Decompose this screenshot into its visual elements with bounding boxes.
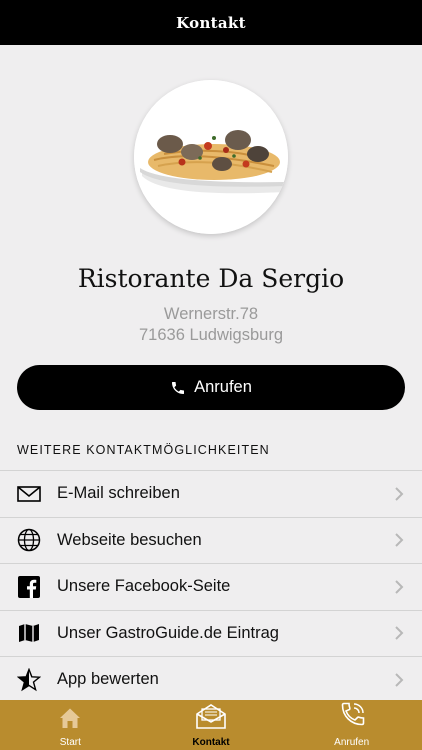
tab-label: Anrufen [334, 737, 370, 748]
facebook-icon [16, 574, 42, 600]
envelope-icon [16, 481, 42, 507]
tab-label: Kontakt [192, 737, 230, 748]
call-button-label: Anrufen [194, 378, 252, 396]
home-icon [58, 706, 82, 735]
phone-icon [337, 700, 367, 735]
restaurant-name: Ristorante Da Sergio [77, 264, 345, 293]
list-item-email[interactable]: E-Mail schreiben [0, 470, 422, 517]
star-icon [16, 667, 42, 693]
address-city: 71636 Ludwigsburg [138, 326, 284, 344]
chevron-right-icon [395, 580, 404, 599]
list-item-label: Unser GastroGuide.de Eintrag [57, 623, 279, 642]
page-title: Kontakt [176, 13, 246, 32]
list-item-label: E-Mail schreiben [57, 484, 180, 503]
tab-bar: Start Kontakt Anrufen [0, 700, 422, 750]
list-item-gastroguide[interactable]: Unser GastroGuide.de Eintrag [0, 609, 422, 657]
list-item-label: App bewerten [57, 670, 159, 689]
section-title: WEITERE KONTAKTMÖGLICHKEITEN [17, 443, 270, 457]
mail-icon [195, 704, 227, 735]
contact-options-list: E-Mail schreiben Webseite besuchen Unser… [0, 470, 422, 703]
list-item-website[interactable]: Webseite besuchen [0, 516, 422, 564]
chevron-right-icon [395, 533, 404, 552]
list-item-facebook[interactable]: Unsere Facebook-Seite [0, 563, 422, 610]
tab-label: Start [59, 737, 81, 748]
list-item-label: Unsere Facebook-Seite [57, 577, 231, 596]
chevron-right-icon [395, 487, 404, 506]
tab-kontakt[interactable]: Kontakt [141, 700, 282, 750]
chevron-right-icon [395, 626, 404, 645]
address-street: Wernerstr.78 [163, 305, 259, 323]
header-bar: Kontakt [0, 0, 422, 45]
restaurant-photo [134, 80, 288, 234]
tab-start[interactable]: Start [0, 700, 141, 750]
chevron-right-icon [395, 673, 404, 692]
call-button[interactable]: Anrufen [17, 365, 405, 410]
phone-icon [170, 380, 186, 396]
list-item-rate-app[interactable]: App bewerten [0, 656, 422, 703]
list-item-label: Webseite besuchen [57, 530, 202, 549]
map-icon [16, 620, 42, 646]
tab-anrufen[interactable]: Anrufen [281, 700, 422, 750]
globe-icon [16, 527, 42, 553]
